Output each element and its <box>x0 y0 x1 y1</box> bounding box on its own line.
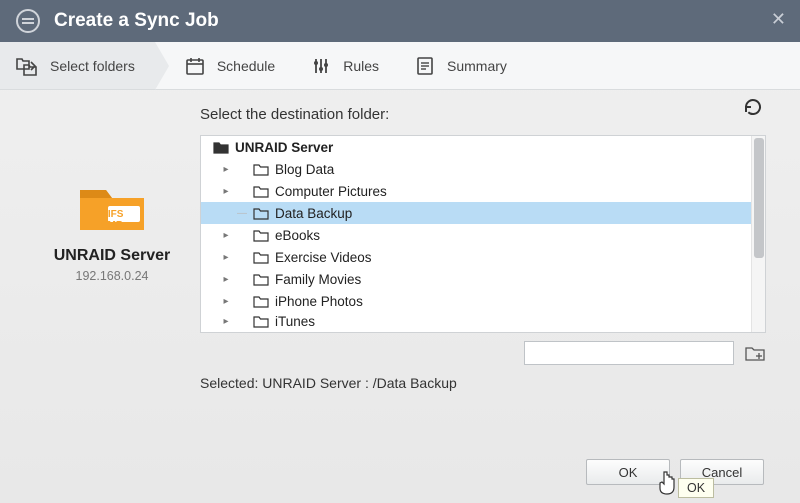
select-folders-icon <box>16 56 38 76</box>
prompt-label: Select the destination folder: <box>200 106 766 123</box>
tree-item[interactable]: ▸iPhone Photos <box>201 290 751 312</box>
rules-icon <box>311 56 331 76</box>
ok-button[interactable]: OK <box>586 459 670 485</box>
close-button[interactable]: ✕ <box>771 10 786 28</box>
selected-path-label: Selected: UNRAID Server : /Data Backup <box>200 375 766 391</box>
step-schedule[interactable]: Schedule <box>169 42 295 89</box>
tree-item[interactable]: ▸Exercise Videos <box>201 246 751 268</box>
scrollbar[interactable] <box>751 136 765 332</box>
step-label: Rules <box>343 58 379 74</box>
new-folder-button[interactable] <box>744 342 766 364</box>
tree-item[interactable]: ▸Blog Data <box>201 158 751 180</box>
step-summary[interactable]: Summary <box>399 42 527 89</box>
server-ip: 192.168.0.24 <box>44 269 180 283</box>
cancel-button[interactable]: Cancel <box>680 459 764 485</box>
tree-item[interactable]: ▸Computer Pictures <box>201 180 751 202</box>
tree-item[interactable]: ▸Family Movies <box>201 268 751 290</box>
tree-root[interactable]: UNRAID Server <box>201 136 751 158</box>
refresh-button[interactable] <box>742 96 764 123</box>
folder-tree[interactable]: UNRAID Server▸Blog Data▸Computer Picture… <box>200 135 766 333</box>
sync-icon <box>16 9 40 33</box>
path-input[interactable] <box>524 341 734 365</box>
summary-icon <box>415 56 435 76</box>
step-select-folders[interactable]: Select folders <box>0 42 155 89</box>
tree-item[interactable]: ▸iTunes <box>201 312 751 330</box>
window-title: Create a Sync Job <box>54 10 219 32</box>
calendar-icon <box>185 56 205 76</box>
step-label: Summary <box>447 58 507 74</box>
step-label: Select folders <box>50 58 135 74</box>
step-label: Schedule <box>217 58 275 74</box>
step-rules[interactable]: Rules <box>295 42 399 89</box>
server-name: UNRAID Server <box>44 247 180 265</box>
scrollbar-thumb[interactable] <box>754 138 764 258</box>
tree-item[interactable]: —Data Backup <box>201 202 751 224</box>
tree-item[interactable]: ▸eBooks <box>201 224 751 246</box>
